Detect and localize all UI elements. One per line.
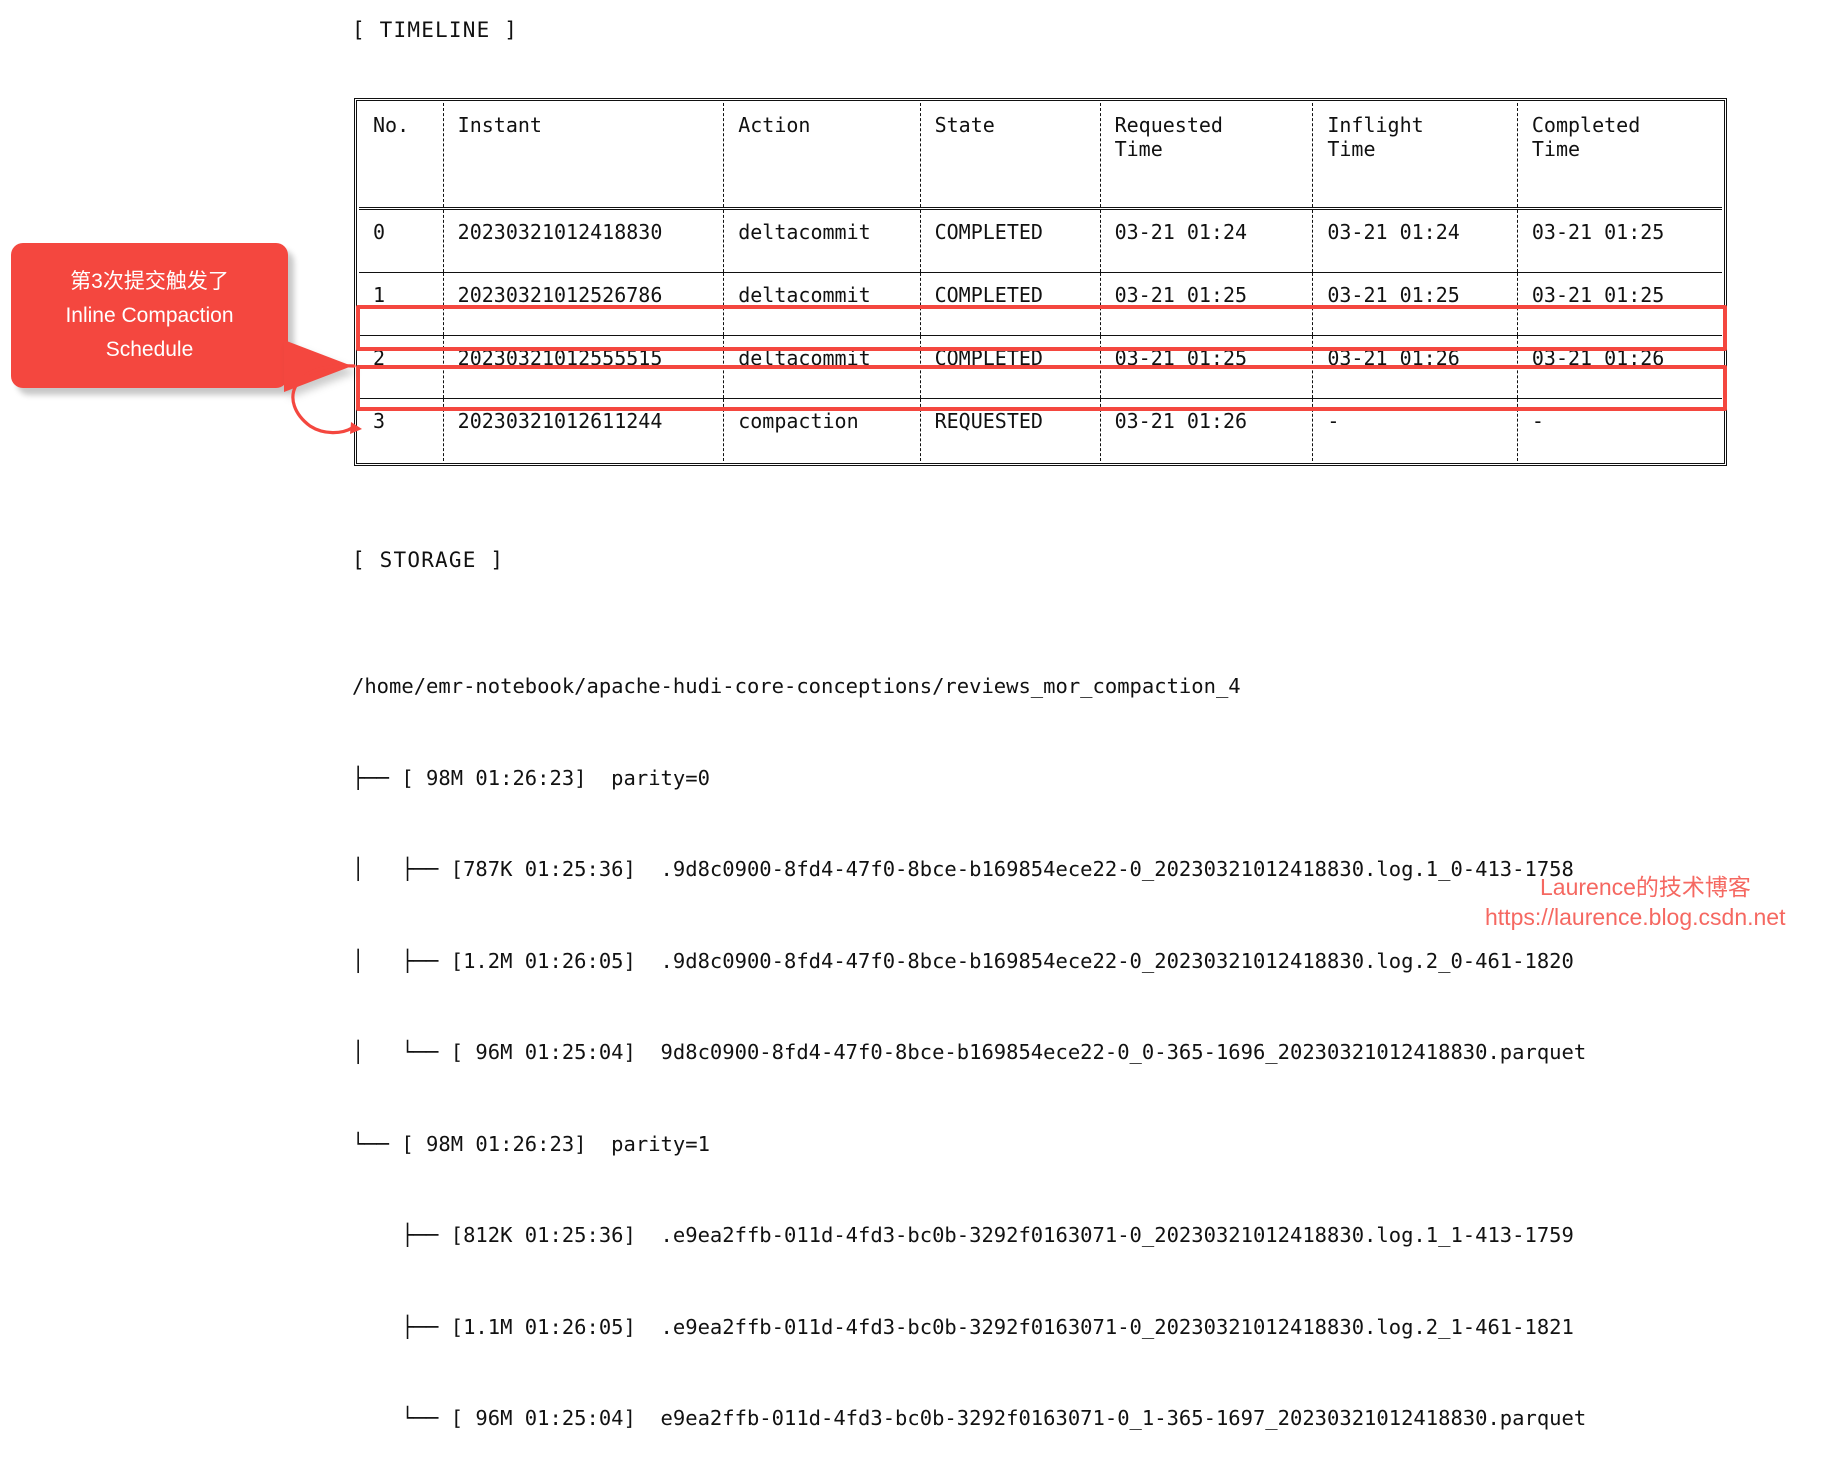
cell-requested-time: 03-21 01:24 xyxy=(1099,208,1313,273)
storage-root-path: /home/emr-notebook/apache-hudi-core-conc… xyxy=(352,674,1241,698)
storage-section-label: [ STORAGE ] xyxy=(352,548,505,572)
cell-state: COMPLETED xyxy=(919,272,1101,336)
table-row: 1 20230321012526786 deltacommit COMPLETE… xyxy=(359,272,1722,336)
table-row-highlighted: 3 20230321012611244 compaction REQUESTED… xyxy=(359,398,1722,461)
callout-line-1: 第3次提交触发了 xyxy=(70,269,229,293)
watermark: Laurence的技术博客 https://laurence.blog.csdn… xyxy=(1485,872,1785,932)
column-header-state: State xyxy=(919,103,1101,210)
storage-tree-listing: /home/emr-notebook/apache-hudi-core-conc… xyxy=(352,610,1586,1464)
watermark-title: Laurence的技术博客 xyxy=(1540,874,1751,900)
list-item: └── [ 96M 01:25:04] e9ea2ffb-011d-4fd3-b… xyxy=(352,1406,1587,1430)
cell-instant: 20230321012418830 xyxy=(442,208,724,273)
cell-instant: 20230321012555515 xyxy=(442,335,724,399)
cell-requested-time: 03-21 01:25 xyxy=(1099,335,1313,399)
cell-action: compaction xyxy=(723,398,921,461)
table-row-highlighted: 2 20230321012555515 deltacommit COMPLETE… xyxy=(359,335,1722,399)
curved-arrow-icon xyxy=(291,364,362,435)
cell-inflight-time: 03-21 01:26 xyxy=(1312,335,1518,399)
column-header-requested-time: Requested Time xyxy=(1099,103,1313,210)
cell-instant: 20230321012526786 xyxy=(442,272,724,336)
cell-no: 0 xyxy=(359,208,444,273)
table-row: 0 20230321012418830 deltacommit COMPLETE… xyxy=(359,208,1722,273)
cell-inflight-time: 03-21 01:25 xyxy=(1312,272,1518,336)
timeline-table-container: No. Instant Action State Requested Time … xyxy=(354,98,1727,466)
timeline-table-body: 0 20230321012418830 deltacommit COMPLETE… xyxy=(359,208,1722,461)
callout-line-3: Schedule xyxy=(105,337,194,361)
watermark-url: https://laurence.blog.csdn.net xyxy=(1485,904,1786,930)
list-item: ├── [ 98M 01:26:23] parity=0 xyxy=(352,765,710,790)
cell-completed-time: 03-21 01:26 xyxy=(1516,335,1722,399)
annotation-callout: 第3次提交触发了 Inline Compaction Schedule xyxy=(11,243,288,388)
timeline-header-row: No. Instant Action State Requested Time … xyxy=(359,103,1722,210)
cell-state: COMPLETED xyxy=(919,208,1101,273)
column-header-instant: Instant xyxy=(442,103,724,210)
cell-instant: 20230321012611244 xyxy=(442,398,724,461)
list-item: │ └── [ 96M 01:25:04] 9d8c0900-8fd4-47f0… xyxy=(352,1040,1587,1064)
list-item: ├── [1.1M 01:26:05] .e9ea2ffb-011d-4fd3-… xyxy=(352,1314,1574,1339)
cell-state: REQUESTED xyxy=(919,398,1101,461)
cell-no: 1 xyxy=(359,272,444,336)
list-item: │ ├── [1.2M 01:26:05] .9d8c0900-8fd4-47f… xyxy=(352,948,1574,973)
timeline-table-border: No. Instant Action State Requested Time … xyxy=(354,98,1727,466)
cell-completed-time: 03-21 01:25 xyxy=(1516,272,1722,336)
list-item: └── [ 98M 01:26:23] parity=1 xyxy=(352,1131,710,1156)
cell-completed-time: 03-21 01:25 xyxy=(1516,208,1722,273)
list-item: ├── [812K 01:25:36] .e9ea2ffb-011d-4fd3-… xyxy=(352,1223,1574,1247)
cell-requested-time: 03-21 01:25 xyxy=(1099,272,1313,336)
cell-requested-time: 03-21 01:26 xyxy=(1099,398,1313,461)
cell-action: deltacommit xyxy=(723,335,921,399)
timeline-table-head: No. Instant Action State Requested Time … xyxy=(359,103,1722,210)
timeline-table: No. Instant Action State Requested Time … xyxy=(359,103,1722,461)
column-header-completed-time: Completed Time xyxy=(1516,103,1722,210)
list-item: │ ├── [787K 01:25:36] .9d8c0900-8fd4-47f… xyxy=(352,857,1574,881)
cell-inflight-time: - xyxy=(1312,398,1518,461)
column-header-no: No. xyxy=(359,103,444,210)
callout-line-2: Inline Compaction xyxy=(65,303,234,327)
cell-state: COMPLETED xyxy=(919,335,1101,399)
cell-inflight-time: 03-21 01:24 xyxy=(1312,208,1518,273)
cell-completed-time: - xyxy=(1516,398,1722,461)
timeline-section-label: [ TIMELINE ] xyxy=(352,18,519,42)
cell-action: deltacommit xyxy=(723,208,921,273)
cell-action: deltacommit xyxy=(723,272,921,336)
column-header-inflight-time: Inflight Time xyxy=(1312,103,1518,210)
column-header-action: Action xyxy=(723,103,921,210)
